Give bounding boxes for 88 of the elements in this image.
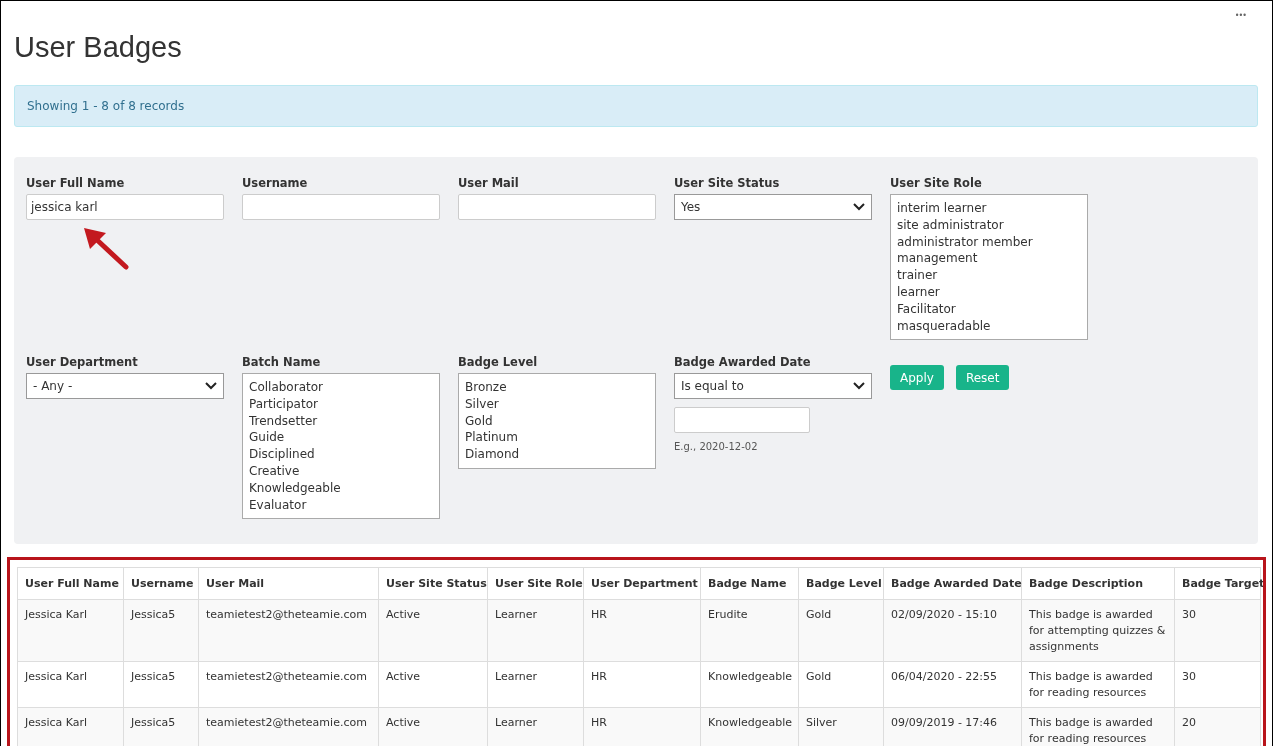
text-field[interactable] [458, 194, 656, 220]
column-header[interactable]: Badge Level [798, 567, 884, 600]
table-cell: 06/04/2020 - 22:55 [883, 661, 1022, 708]
list-option[interactable]: Bronze [465, 379, 649, 396]
list-option[interactable]: Silver [465, 395, 649, 413]
table-cell: Gold [798, 661, 884, 708]
table-cell: 30 [1174, 661, 1261, 708]
list-option[interactable]: Evaluator [249, 496, 433, 514]
filter-label: User Department [26, 355, 138, 371]
column-header[interactable]: Badge Awarded Date [883, 567, 1022, 600]
list-option[interactable]: learner [897, 284, 1081, 301]
caret-icon [853, 203, 865, 211]
table-cell: Gold [798, 599, 884, 662]
table-cell: 02/09/2020 - 15:10 [883, 599, 1022, 662]
list-option[interactable]: Creative [249, 463, 433, 480]
annotation-arrow [82, 227, 130, 271]
column-header[interactable]: User Site Status [378, 567, 488, 600]
table-cell: Jessica Karl [17, 661, 124, 708]
filter-label: Batch Name [242, 355, 321, 371]
table-cell: Learner [487, 599, 584, 662]
filter-label: User Full Name [26, 176, 125, 192]
list-option[interactable]: Trendsetter [249, 412, 433, 430]
caret-icon [853, 382, 865, 390]
filter-label: Badge Awarded Date [674, 355, 811, 371]
table-cell: Active [378, 661, 488, 708]
table-cell: Active [378, 707, 488, 746]
table-cell: Jessica5 [123, 707, 199, 746]
table-cell: Silver [798, 707, 884, 746]
list-option[interactable]: Participator [249, 395, 433, 413]
table-cell: 30 [1174, 599, 1261, 662]
table-cell: Knowledgeable [700, 661, 799, 708]
list-option[interactable]: trainer [897, 267, 1081, 284]
column-header[interactable]: User Department [583, 567, 701, 600]
table-cell: Jessica5 [123, 661, 199, 708]
table-cell: Learner [487, 661, 584, 708]
table-cell: HR [583, 661, 701, 708]
list-option[interactable]: interim learner [897, 200, 1081, 217]
dropdown[interactable]: - Any - [26, 373, 224, 399]
table-cell: This badge is awarded for attempting quizzes & assignments [1021, 599, 1175, 662]
filter-label: Username [242, 176, 308, 192]
list-option[interactable]: Gold [465, 412, 649, 430]
table-cell: HR [583, 599, 701, 662]
dropdown[interactable]: Yes [674, 194, 872, 220]
column-header[interactable]: Badge Name [700, 567, 799, 600]
column-header[interactable]: User Full Name [17, 567, 124, 600]
record-count-banner: Showing 1 - 8 of 8 records [14, 85, 1258, 127]
filter-label: Badge Level [458, 355, 538, 371]
table-cell: This badge is awarded for reading resources [1021, 661, 1175, 708]
list-option[interactable]: Platinum [465, 429, 649, 447]
list-option[interactable]: Guide [249, 429, 433, 447]
table-cell: 20 [1174, 707, 1261, 746]
table-cell: Learner [487, 707, 584, 746]
list-option[interactable]: Collaborator [249, 379, 433, 396]
table-cell: Jessica Karl [17, 599, 124, 662]
column-header[interactable]: Username [123, 567, 199, 600]
caret-icon [205, 382, 217, 390]
list-option[interactable]: Disciplined [249, 446, 433, 463]
list-option[interactable]: management [897, 250, 1081, 268]
operator-dropdown[interactable]: Is equal to [674, 373, 872, 399]
column-header[interactable]: Badge Description [1021, 567, 1175, 600]
table-cell: Knowledgeable [700, 707, 799, 746]
page-title: User Badges [14, 30, 183, 64]
list-option[interactable]: masqueradable [897, 317, 1081, 335]
filter-label: User Mail [458, 176, 519, 192]
filter-label: User Site Role [890, 176, 982, 192]
list-option[interactable]: Knowledgeable [249, 479, 433, 497]
table-cell: teamietest2@theteamie.com [198, 599, 379, 662]
list-option[interactable]: administrator member [897, 233, 1081, 251]
column-header[interactable]: User Mail [198, 567, 379, 600]
text-field[interactable]: jessica karl [26, 194, 224, 220]
date-hint: E.g., 2020-12-02 [674, 441, 758, 452]
table-cell: 09/09/2019 - 17:46 [883, 707, 1022, 746]
table-cell: Active [378, 599, 488, 662]
more-menu-icon[interactable]: ••• [1234, 11, 1246, 20]
table-cell: This badge is awarded for reading resources [1021, 707, 1175, 746]
filter-label: User Site Status [674, 176, 780, 192]
column-header[interactable]: User Site Role [487, 567, 584, 600]
text-field[interactable] [242, 194, 440, 220]
list-option[interactable]: Facilitator [897, 300, 1081, 318]
list-option[interactable]: Diamond [465, 446, 649, 463]
list-option[interactable]: site administrator [897, 216, 1081, 234]
table-cell: Erudite [700, 599, 799, 662]
table-cell: Jessica5 [123, 599, 199, 662]
date-field[interactable] [674, 407, 810, 433]
table-cell: teamietest2@theteamie.com [198, 707, 379, 746]
table-cell: teamietest2@theteamie.com [198, 661, 379, 708]
table-cell: HR [583, 707, 701, 746]
table-cell: Jessica Karl [17, 707, 124, 746]
